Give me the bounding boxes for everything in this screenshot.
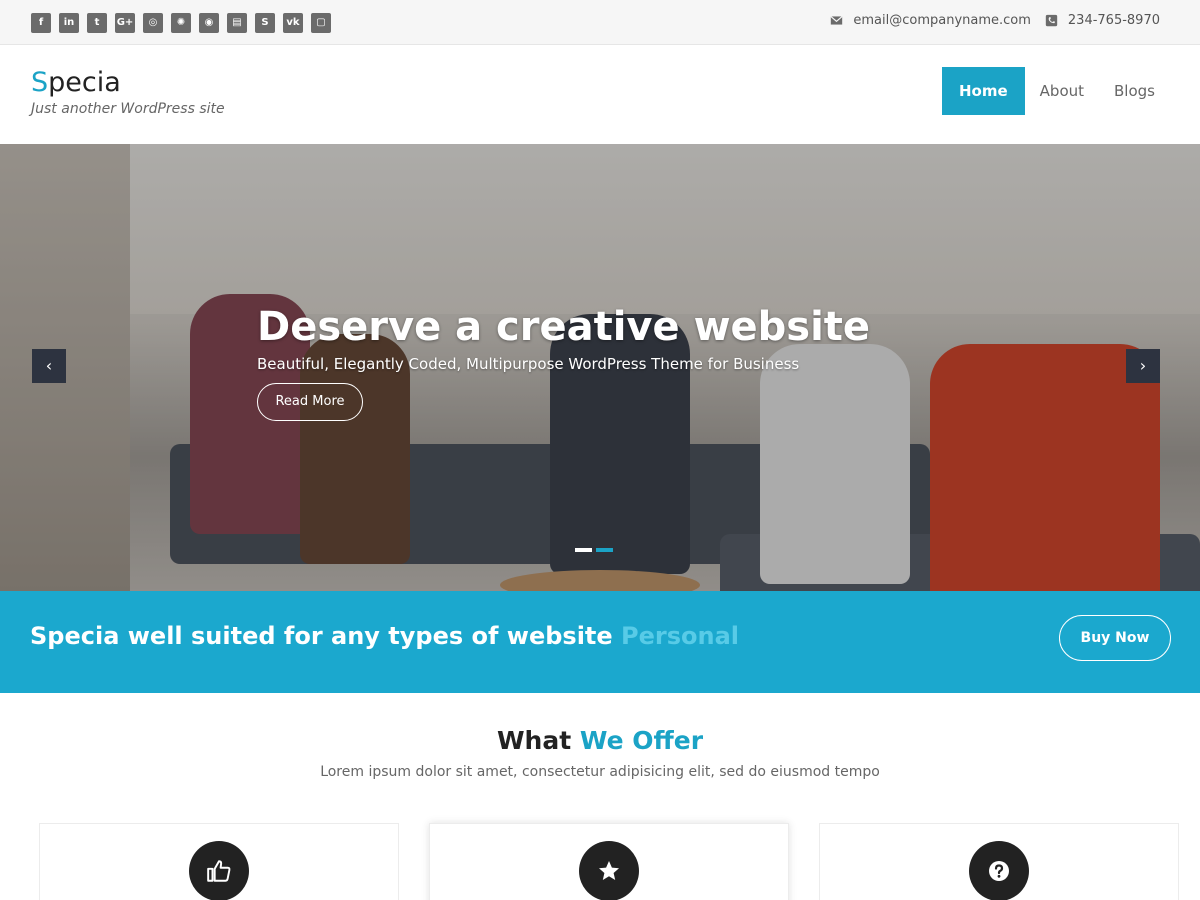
envelope-icon	[830, 15, 843, 25]
offer-card	[429, 823, 789, 900]
dribbble-icon[interactable]: ✺	[171, 13, 191, 33]
social-links: f in t G+ ◎ ✺ ◉ ▤ S vk ▢	[31, 13, 331, 33]
offer-title-main: What	[496, 726, 572, 755]
nav-item-home[interactable]: Home	[941, 67, 1025, 115]
cta-text: Specia well suited for any types of webs…	[30, 622, 739, 650]
foursquare-icon[interactable]: ▤	[227, 13, 247, 33]
nav-item-blogs[interactable]: Blogs	[1099, 67, 1170, 115]
vk-icon[interactable]: vk	[283, 13, 303, 33]
phone-icon	[1045, 14, 1058, 27]
linkedin-icon[interactable]: in	[59, 13, 79, 33]
email-link[interactable]: email@companyname.com	[853, 13, 1031, 28]
facebook-icon[interactable]: f	[31, 13, 51, 33]
offer-title-highlight: We Offer	[579, 726, 704, 755]
hero-subtitle: Beautiful, Elegantly Coded, Multipurpose…	[257, 355, 800, 373]
chevron-right-icon: ›	[1139, 356, 1147, 375]
logo-rest: pecia	[48, 67, 121, 98]
thumbs-up-icon	[207, 860, 231, 882]
twitter-icon[interactable]: t	[87, 13, 107, 33]
slider-pagination	[575, 548, 613, 552]
buy-now-button[interactable]: Buy Now	[1059, 615, 1171, 661]
slider-next-button[interactable]: ›	[1126, 349, 1160, 383]
google-plus-icon[interactable]: G+	[115, 13, 135, 33]
instagram-icon[interactable]: ◎	[143, 13, 163, 33]
offer-section-subtitle: Lorem ipsum dolor sit amet, consectetur …	[320, 764, 880, 780]
offer-card-icon-circle	[969, 841, 1029, 900]
flickr-icon[interactable]: ▢	[311, 13, 331, 33]
offer-section-title: What We Offer	[0, 726, 1200, 755]
cta-highlight-text: Personal	[621, 622, 740, 650]
read-more-button[interactable]: Read More	[257, 383, 363, 421]
offer-card	[39, 823, 399, 900]
site-tagline: Just another WordPress site	[31, 101, 225, 117]
slider-dot-2[interactable]	[596, 548, 613, 552]
github-icon[interactable]: ◉	[199, 13, 219, 33]
nav-item-about[interactable]: About	[1025, 67, 1099, 115]
star-icon	[599, 861, 619, 880]
hero-slider: Deserve a creative website Beautiful, El…	[0, 144, 1200, 591]
offer-card-icon-circle	[189, 841, 249, 900]
question-icon	[989, 861, 1009, 881]
cta-main-text: Specia well suited for any types of webs…	[30, 622, 613, 650]
top-bar: f in t G+ ◎ ✺ ◉ ▤ S vk ▢ email@companyna…	[0, 0, 1200, 45]
phone-link[interactable]: 234-765-8970	[1068, 13, 1160, 28]
call-to-action-band: Specia well suited for any types of webs…	[0, 591, 1200, 693]
site-logo[interactable]: Specia	[31, 67, 121, 98]
logo-first-letter: S	[31, 67, 49, 98]
chevron-left-icon: ‹	[45, 356, 53, 375]
slider-dot-1[interactable]	[575, 548, 592, 552]
main-nav: Home About Blogs	[941, 67, 1170, 115]
hero-title: Deserve a creative website	[257, 304, 871, 350]
slider-prev-button[interactable]: ‹	[32, 349, 66, 383]
offer-card-icon-circle	[579, 841, 639, 900]
contact-info: email@companyname.com 234-765-8970	[830, 13, 1160, 28]
site-header: Specia Just another WordPress site Home …	[0, 45, 1200, 144]
offer-card	[819, 823, 1179, 900]
skype-icon[interactable]: S	[255, 13, 275, 33]
